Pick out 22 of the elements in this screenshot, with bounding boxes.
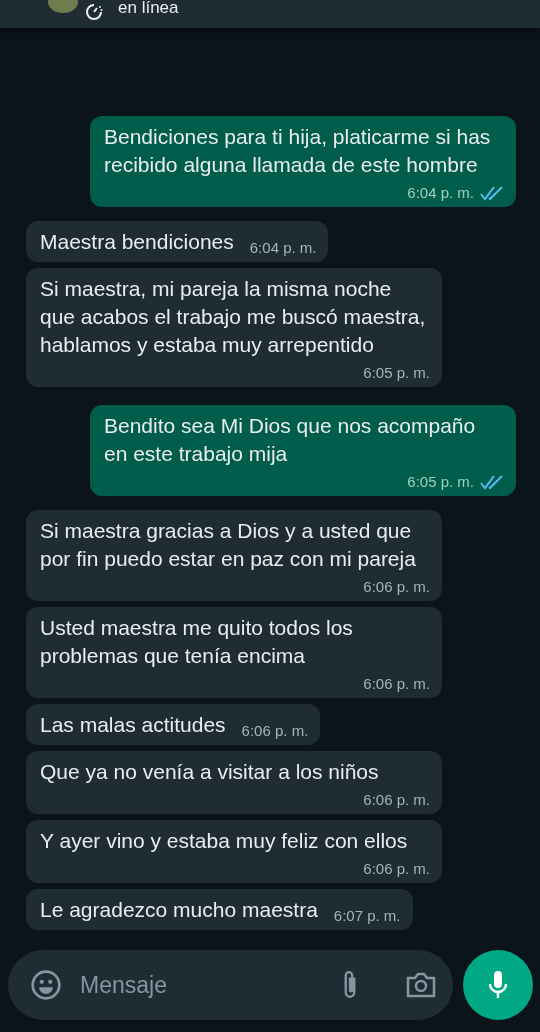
message-text: Si maestra, mi pareja la misma noche que acabos el trabajo me buscó maestra, hablamos y estaba muy arrepentido [40,276,427,358]
message-text: Bendiciones para ti hija, platicarme si has recibido alguna llamada de este hombre [104,124,492,178]
message-time: 6:05 p. m. [363,363,430,383]
message-time: 6:06 p. m. [363,859,430,879]
message-text: Maestra bendiciones [40,229,234,255]
message-field[interactable]: Mensaje [78,970,323,1000]
message-time: 6:04 p. m. [249,238,317,258]
message-text: Bendito sea Mi Dios que nos acompaño en este trabajo mija [104,413,477,467]
message-time: 6:04 p. m. [407,183,474,203]
message-time: 6:07 p. m. [333,906,401,926]
online-status: en línea [118,0,179,16]
message-text: Usted maestra me quito todos los problemas que tenía encima [40,615,354,669]
message-time: 6:06 p. m. [363,790,430,810]
message-time: 6:05 p. m. [407,472,474,492]
message-text: Si maestra gracias a Dios y a usted que por fin puedo estar en paz con mi pareja [40,518,417,572]
message-time: 6:06 p. m. [363,674,430,694]
message-time: 6:06 p. m. [241,721,309,741]
message-text: Que ya no venía a visitar a los niños [40,759,380,785]
message-time: 6:06 p. m. [363,577,430,597]
message-text: Las malas actitudes [40,712,226,738]
message-text: Le agradezco mucho maestra [40,897,318,923]
message-text: Y ayer vino y estaba muy feliz con ellos [40,828,409,854]
